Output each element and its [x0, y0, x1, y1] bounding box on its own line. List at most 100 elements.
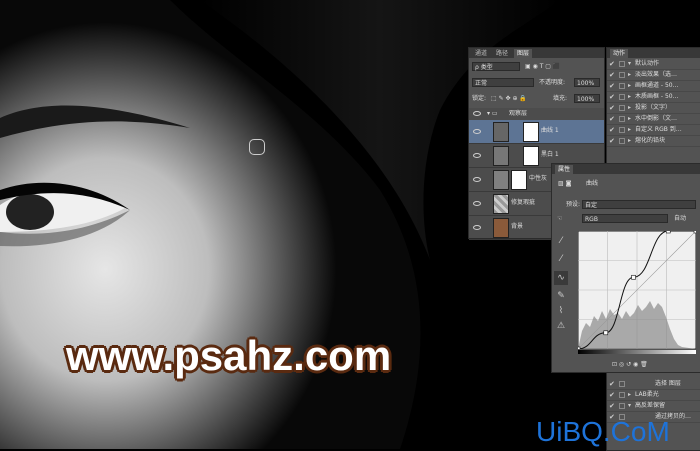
blend-mode-select[interactable]: 正常	[472, 78, 534, 87]
tab-actions[interactable]: 动作	[610, 49, 629, 58]
layer-name: 曲线 1	[541, 127, 559, 134]
expand-icon[interactable]: ▾	[628, 60, 631, 68]
channel-select[interactable]: RGB	[582, 214, 668, 223]
dialog-toggle[interactable]	[619, 94, 625, 100]
lock-icons[interactable]: ⬚ ✎ ✥ ⊕ 🔒	[491, 94, 527, 104]
eyedropper-gray-icon[interactable]: ⁄	[554, 252, 568, 266]
layer-thumb	[493, 170, 509, 190]
check-icon[interactable]: ✔	[609, 126, 615, 134]
dialog-toggle[interactable]	[619, 116, 625, 122]
watermark-psahz: www.psahz.com	[66, 332, 392, 379]
lock-row: 锁定: ⬚ ✎ ✥ ⊕ 🔒 填充: 100%	[469, 94, 604, 104]
layer-mask-thumb	[523, 122, 539, 142]
action-item[interactable]: ✔ ▸ 熔化的铅块	[607, 136, 700, 147]
dialog-toggle[interactable]	[619, 138, 625, 144]
expand-icon[interactable]: ▸	[628, 126, 631, 134]
eye-icon[interactable]	[473, 177, 481, 182]
check-icon[interactable]: ✔	[609, 115, 615, 123]
eye-icon[interactable]	[473, 153, 481, 158]
eye-icon[interactable]	[473, 225, 481, 230]
smooth-icon[interactable]: ⌇	[554, 304, 568, 318]
curve-point[interactable]	[603, 330, 609, 336]
eye-icon[interactable]	[473, 201, 481, 206]
properties-bottom-bar: ⊡ ◎ ↺ ◉ 🗑	[552, 360, 700, 370]
preset-select[interactable]: 自定	[582, 200, 696, 209]
expand-icon[interactable]: ▸	[628, 115, 631, 123]
input-slider[interactable]	[578, 350, 696, 354]
background-thumb	[493, 218, 509, 238]
curve-point[interactable]	[578, 346, 581, 349]
preset-label: 预设:	[566, 201, 581, 208]
curve-point[interactable]	[665, 231, 671, 234]
curve-point[interactable]	[631, 274, 636, 280]
check-icon[interactable]: ✔	[609, 71, 615, 79]
fill-input[interactable]: 100%	[574, 94, 600, 103]
layer-name: 观察层	[509, 110, 528, 117]
bottom-icons[interactable]: ⊡ ◎ ↺ ◉ 🗑	[612, 360, 648, 370]
pencil-tool-icon[interactable]: ✎	[554, 289, 568, 303]
action-item[interactable]: ✔ ▸ 投影（文字）	[607, 103, 700, 114]
action-item[interactable]: ✔ ▾ 高反差保留	[607, 401, 700, 412]
lock-label: 锁定:	[472, 95, 487, 102]
watermark-uibq: UiBQ.CoM	[536, 416, 670, 447]
curve-graph[interactable]	[578, 231, 696, 349]
dialog-toggle[interactable]	[619, 392, 625, 398]
tab-channels[interactable]: 通道	[472, 49, 490, 58]
dialog-toggle[interactable]	[619, 83, 625, 89]
eye-icon[interactable]	[473, 111, 481, 116]
curve-point[interactable]	[693, 231, 696, 234]
auto-button[interactable]: 自动	[674, 214, 686, 224]
tab-layers[interactable]: 图层	[514, 49, 533, 58]
dialog-toggle[interactable]	[619, 403, 625, 409]
check-icon[interactable]: ✔	[609, 402, 615, 410]
expand-icon[interactable]: ▸	[628, 137, 631, 145]
action-item[interactable]: ✔ ▸ 自定义 RGB 到…	[607, 125, 700, 136]
dialog-toggle[interactable]	[619, 105, 625, 111]
expand-icon[interactable]: ▸	[628, 391, 631, 399]
layer-name: 中性灰	[529, 175, 548, 182]
eyedropper-black-icon[interactable]: ⁄	[554, 234, 568, 248]
layer-name: 背景	[511, 223, 524, 230]
actions-tab-bar: 动作	[607, 48, 700, 58]
action-item[interactable]: ✔ 选择 图层	[607, 379, 700, 390]
warning-icon[interactable]: ⚠	[554, 319, 568, 333]
check-icon[interactable]: ✔	[609, 380, 615, 388]
action-item[interactable]: ✔ ▸ 水中倒影（文…	[607, 114, 700, 125]
layer-kind-filter[interactable]: ρ 类型	[472, 62, 520, 71]
check-icon[interactable]: ✔	[609, 137, 615, 145]
target-adjust-icon[interactable]: ☜	[557, 214, 562, 224]
layer-thumb	[493, 194, 509, 214]
layer-curves-1[interactable]: 曲线 1	[469, 120, 604, 144]
check-icon[interactable]: ✔	[609, 93, 615, 101]
expand-icon[interactable]: ▸	[628, 71, 631, 79]
action-item[interactable]: ✔ ▸ 画框通道 - 50…	[607, 81, 700, 92]
check-icon[interactable]: ✔	[609, 391, 615, 399]
tab-paths[interactable]: 路径	[493, 49, 511, 58]
eye-icon[interactable]	[473, 129, 481, 134]
filter-icons: ▣ ◉ T ▢ ⬛	[525, 63, 561, 70]
action-item[interactable]: ✔ ▸ 淡出效果（选…	[607, 70, 700, 81]
dialog-toggle[interactable]	[619, 61, 625, 67]
check-icon[interactable]: ✔	[609, 82, 615, 90]
check-icon[interactable]: ✔	[609, 60, 615, 68]
dialog-toggle[interactable]	[619, 72, 625, 78]
check-icon[interactable]: ✔	[609, 104, 615, 112]
expand-icon[interactable]: ▸	[628, 82, 631, 90]
opacity-input[interactable]: 100%	[574, 78, 600, 87]
dialog-toggle[interactable]	[619, 127, 625, 133]
action-item[interactable]: ✔ ▸ 木质画框 - 50…	[607, 92, 700, 103]
curve-point-tool-icon[interactable]: ∿	[554, 271, 568, 285]
action-item[interactable]: ✔ ▾ 默认动作	[607, 59, 700, 70]
expand-icon[interactable]: ▸	[628, 93, 631, 101]
folder-icon: ▾ ▭	[487, 110, 498, 117]
action-item[interactable]: ✔ ▸ LAB柔光	[607, 390, 700, 401]
tab-properties[interactable]: 属性	[555, 165, 574, 174]
layer-name: 黑白 1	[541, 151, 559, 158]
properties-title: 曲线	[586, 180, 599, 187]
bw-adjustment-icon	[493, 146, 509, 166]
expand-icon[interactable]: ▸	[628, 104, 631, 112]
properties-panel: 属性 ▨ ◙ 曲线 预设: 自定 ☜ RGB 自动 ⁄ ⁄ ⁄ ∿ ✎ ⌇ ⚠ …	[551, 163, 700, 373]
dialog-toggle[interactable]	[619, 381, 625, 387]
expand-icon[interactable]: ▾	[628, 402, 631, 410]
properties-header: ▨ ◙ 曲线	[552, 179, 700, 189]
